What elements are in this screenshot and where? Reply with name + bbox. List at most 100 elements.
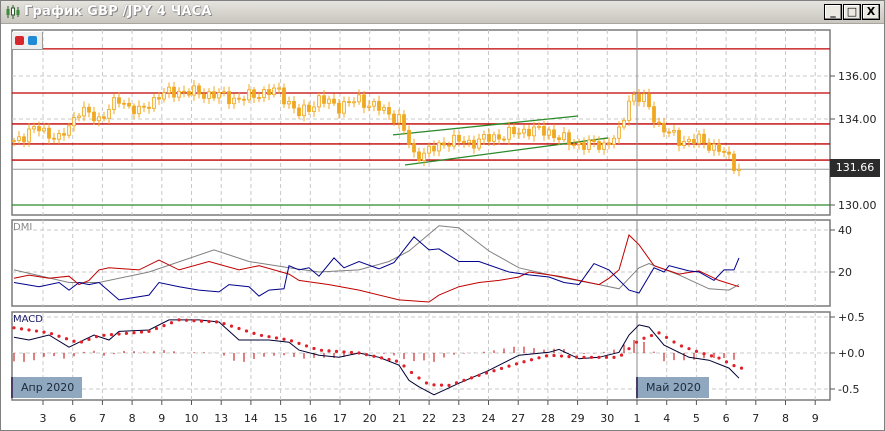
candle-body: [372, 101, 376, 107]
macd-signal-dot: [102, 333, 106, 337]
x-tick-label: 6: [723, 412, 730, 425]
macd-signal-dot: [184, 318, 189, 322]
candle-body: [472, 139, 476, 149]
candle-body: [237, 97, 241, 100]
x-tick-label: 23: [452, 412, 466, 425]
macd-signal-dot: [289, 339, 294, 343]
macd-signal-dot: [124, 331, 129, 335]
macd-signal-dot: [237, 326, 241, 331]
candle-body: [482, 134, 486, 140]
macd-signal-dot: [274, 336, 279, 340]
candle-body: [712, 143, 716, 151]
candle-body: [572, 144, 576, 147]
macd-signal-dot: [72, 339, 76, 343]
candle-body: [82, 106, 86, 117]
macd-signal-dot: [162, 324, 166, 328]
candle-body: [122, 102, 126, 105]
price-chart[interactable]: 3 6 7 8 9 10 13 14 15 16 17 20 21 22 23 24 27 28 29 30 1 4 5 6 7…: [0, 0, 885, 431]
candle-body: [297, 107, 301, 117]
candle-body: [632, 94, 636, 102]
candle-body: [227, 91, 231, 105]
candle-body: [557, 137, 561, 141]
macd-label: MACD: [13, 314, 43, 325]
candle-body: [567, 132, 571, 146]
candle-body: [502, 138, 506, 141]
macd-signal-dot: [454, 381, 459, 385]
candle-body: [12, 140, 16, 142]
macd-signal-dot: [394, 359, 399, 363]
candle-body: [412, 143, 416, 153]
candle-body: [652, 106, 656, 123]
candle-body: [242, 98, 246, 101]
macd-signal-dot: [192, 319, 196, 323]
candle-body: [487, 134, 491, 142]
candle-body: [492, 134, 496, 142]
macd-signal-dot: [34, 329, 39, 333]
chart-mode-switch[interactable]: [12, 32, 43, 50]
macd-signal-dot: [334, 349, 339, 353]
macd-signal-dot: [42, 330, 46, 334]
macd-signal-dot: [379, 356, 384, 360]
candle-body: [602, 142, 606, 150]
x-tick-label: 8: [129, 412, 136, 425]
price-tick-label: 130.00: [838, 199, 877, 212]
candle-body: [452, 134, 456, 147]
macd-signal-dot: [469, 376, 474, 380]
x-tick-label: 21: [392, 412, 406, 425]
macd-signal-dot: [732, 364, 736, 368]
candle-body: [277, 87, 281, 90]
candle-body: [232, 97, 236, 105]
macd-signal-dot: [19, 327, 24, 331]
x-tick-label: 28: [541, 412, 555, 425]
candle-body: [477, 138, 481, 149]
candle-body: [342, 101, 346, 114]
candle-body: [467, 139, 471, 144]
macd-signal-dot: [64, 337, 69, 341]
candle-body: [687, 138, 691, 142]
macd-signal-dot: [417, 376, 421, 380]
x-tick-label: 27: [511, 412, 525, 425]
candle-body: [327, 98, 331, 104]
candle-body: [112, 97, 116, 110]
macd-signal-dot: [574, 355, 579, 359]
candle-body: [217, 92, 221, 99]
red-mode-icon[interactable]: [15, 36, 24, 45]
candle-body: [87, 106, 91, 113]
candle-body: [147, 106, 151, 109]
macd-signal-dot: [139, 330, 144, 334]
macd-signal-dot: [627, 347, 631, 351]
candle-body: [17, 136, 21, 141]
macd-signal-dot: [702, 352, 706, 356]
candle-body: [32, 126, 36, 130]
candle-body: [287, 100, 291, 105]
candle-body: [292, 100, 296, 109]
blue-mode-icon[interactable]: [28, 36, 37, 45]
candle-body: [52, 137, 56, 140]
macd-signal-dot: [244, 329, 249, 333]
candle-body: [127, 102, 131, 107]
candle-body: [737, 168, 741, 171]
candle-body: [222, 91, 226, 94]
candle-body: [657, 121, 661, 124]
candle-body: [592, 139, 596, 142]
x-tick-label: 30: [600, 412, 614, 425]
macd-tick-label: +0.0: [838, 347, 865, 360]
candle-body: [77, 115, 81, 118]
candle-body: [247, 89, 251, 101]
macd-signal-dot: [687, 347, 691, 351]
candle-body: [537, 126, 541, 128]
candle-body: [107, 109, 111, 119]
macd-signal-dot: [214, 320, 219, 324]
candle-body: [542, 126, 546, 136]
candle-body: [22, 136, 26, 143]
macd-signal-dot: [207, 319, 211, 324]
candle-body: [42, 127, 46, 132]
candle-body: [552, 129, 556, 139]
current-price-label: 131.66: [830, 159, 880, 177]
macd-signal-dot: [649, 333, 654, 338]
candle-body: [192, 85, 196, 96]
candle-body: [252, 89, 256, 98]
candle-body: [587, 139, 591, 150]
candle-body: [562, 132, 566, 141]
candle-body: [307, 104, 311, 112]
